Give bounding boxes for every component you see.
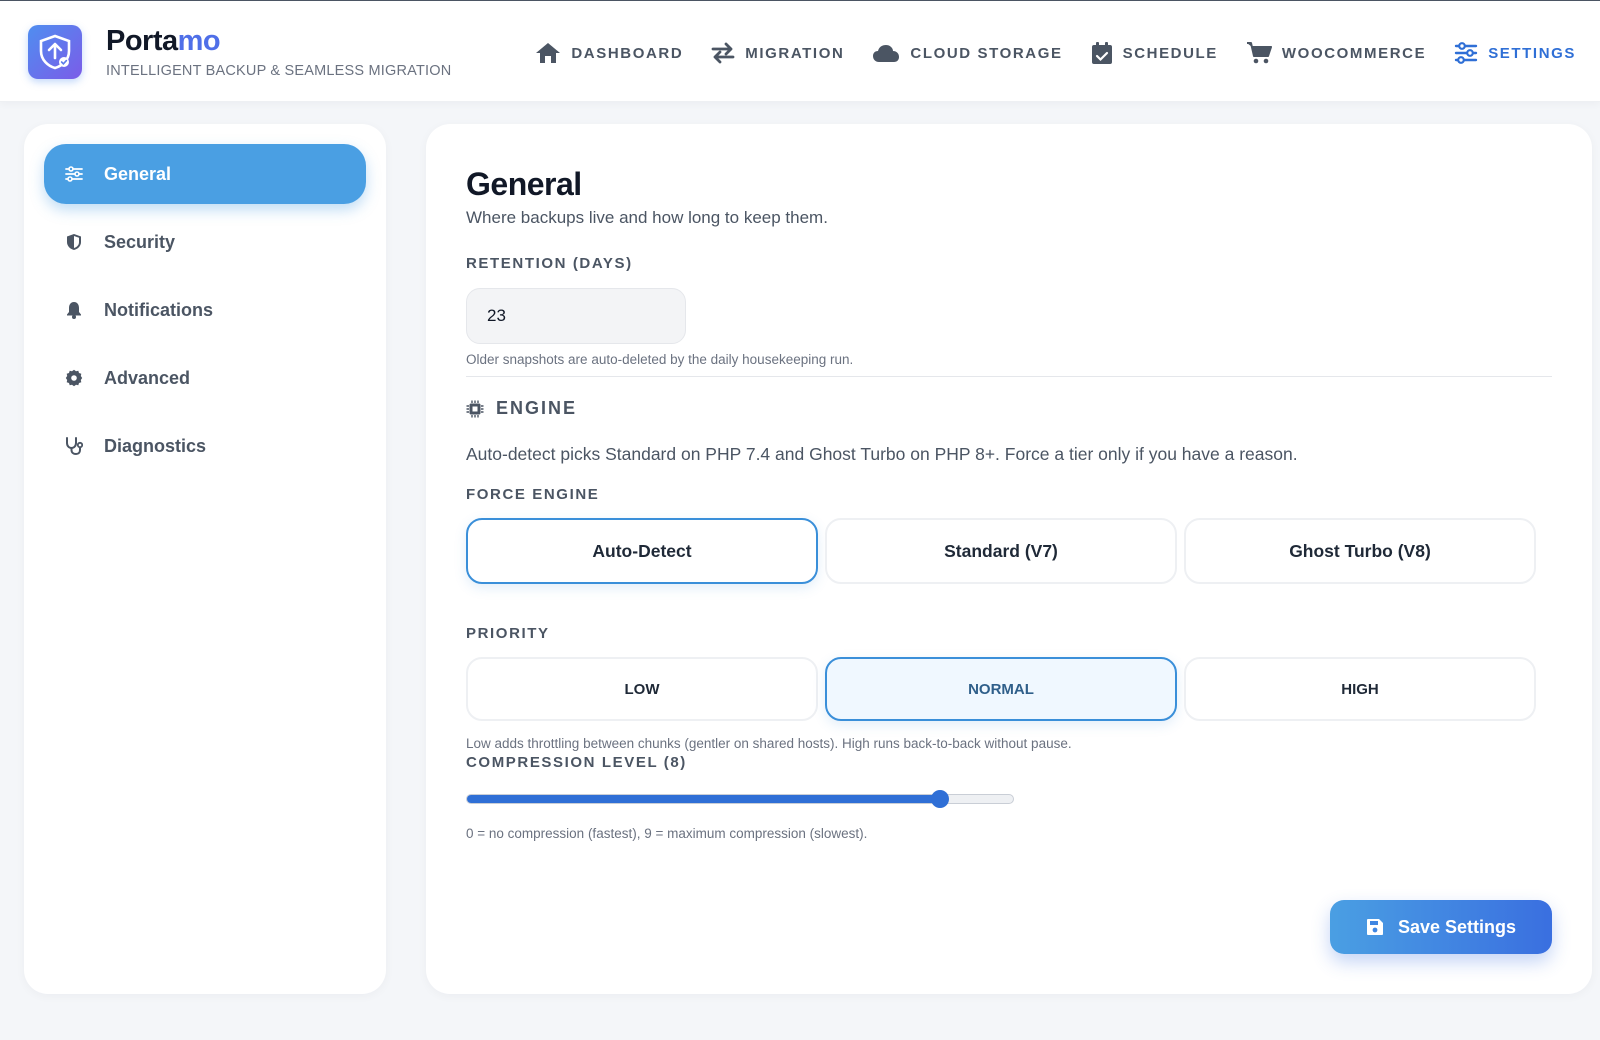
- sidebar-item-general[interactable]: General: [44, 144, 366, 204]
- section-divider: [466, 376, 1552, 377]
- nav-label: MIGRATION: [745, 44, 845, 62]
- engine-description: Auto-detect picks Standard on PHP 7.4 an…: [466, 444, 1298, 464]
- compression-label: COMPRESSION LEVEL (8): [466, 754, 687, 771]
- nav-dashboard[interactable]: DASHBOARD: [521, 39, 697, 67]
- retention-label: RETENTION (DAYS): [466, 255, 633, 272]
- brand-tagline: INTELLIGENT BACKUP & SEAMLESS MIGRATION: [106, 63, 452, 79]
- sliders-icon: [65, 166, 83, 182]
- brand-name-main: Porta: [106, 25, 178, 57]
- cart-icon: [1246, 42, 1272, 64]
- calendar-check-icon: [1091, 42, 1112, 64]
- save-settings-button[interactable]: Save Settings: [1330, 900, 1552, 954]
- force-engine-label: FORCE ENGINE: [466, 486, 600, 503]
- sidebar-item-label: Notifications: [104, 299, 214, 320]
- sidebar-item-label: Diagnostics: [104, 435, 207, 456]
- nav-schedule[interactable]: SCHEDULE: [1077, 39, 1232, 67]
- sidebar-item-label: Security: [104, 231, 176, 252]
- bell-icon: [67, 302, 81, 319]
- sidebar-item-security[interactable]: Security: [44, 212, 366, 272]
- nav-label: DASHBOARD: [571, 44, 684, 62]
- shield-upload-icon: [39, 34, 71, 70]
- floppy-disk-icon: [1366, 919, 1383, 935]
- cloud-icon: [873, 45, 900, 62]
- engine-heading-text: ENGINE: [496, 398, 578, 418]
- priority-label: PRIORITY: [466, 625, 550, 642]
- nav-migration[interactable]: MIGRATION: [697, 39, 858, 67]
- shield-icon: [67, 234, 81, 250]
- engine-option-auto-detect[interactable]: Auto-Detect: [466, 518, 818, 584]
- priority-option-normal[interactable]: NORMAL: [825, 657, 1177, 721]
- sidebar-item-label: Advanced: [104, 367, 191, 388]
- sliders-icon: [1454, 42, 1478, 64]
- gear-icon: [65, 369, 83, 387]
- engine-option-standard[interactable]: Standard (V7): [825, 518, 1177, 584]
- save-settings-label: Save Settings: [1397, 916, 1517, 937]
- compression-slider-handle[interactable]: [931, 790, 950, 808]
- settings-sidebar: General Security Notifications Advanced …: [24, 124, 386, 994]
- stethoscope-icon: [66, 437, 83, 455]
- brand-name-accent: mo: [177, 25, 221, 57]
- priority-option-low[interactable]: LOW: [466, 657, 818, 721]
- nav-label: WOOCOMMERCE: [1281, 44, 1427, 62]
- nav-woocommerce[interactable]: WOOCOMMERCE: [1232, 39, 1440, 67]
- nav-cloud-storage[interactable]: CLOUD STORAGE: [858, 39, 1076, 67]
- compression-hint: 0 = no compression (fastest), 9 = maximu…: [466, 826, 868, 841]
- retention-days-input[interactable]: [466, 288, 686, 344]
- brand-name: Portamo: [106, 25, 221, 58]
- sidebar-item-diagnostics[interactable]: Diagnostics: [44, 416, 366, 476]
- nav-label: CLOUD STORAGE: [910, 44, 1063, 62]
- nav-label: SCHEDULE: [1122, 44, 1218, 62]
- compression-slider[interactable]: [466, 790, 1014, 808]
- sidebar-item-advanced[interactable]: Advanced: [44, 348, 366, 408]
- main-nav: DASHBOARD MIGRATION CLOUD STORAGE SCHEDU…: [521, 39, 1590, 67]
- engine-heading: ENGINE: [466, 398, 577, 419]
- nav-label: SETTINGS: [1488, 44, 1576, 62]
- top-header: Portamo INTELLIGENT BACKUP & SEAMLESS MI…: [0, 0, 1600, 102]
- page-subtitle: Where backups live and how long to keep …: [466, 208, 828, 227]
- sidebar-item-notifications[interactable]: Notifications: [44, 280, 366, 340]
- settings-panel: General Where backups live and how long …: [426, 124, 1592, 994]
- sidebar-item-label: General: [104, 163, 172, 184]
- brand-logo[interactable]: [28, 25, 82, 79]
- priority-hint: Low adds throttling between chunks (gent…: [466, 736, 1072, 751]
- compression-slider-fill: [467, 795, 941, 803]
- nav-settings[interactable]: SETTINGS: [1440, 39, 1590, 67]
- chip-icon: [466, 400, 484, 417]
- engine-option-ghost-turbo[interactable]: Ghost Turbo (V8): [1184, 518, 1536, 584]
- swap-arrows-icon: [711, 42, 735, 64]
- retention-hint: Older snapshots are auto-deleted by the …: [466, 352, 854, 367]
- home-icon: [536, 43, 561, 63]
- page-title: General: [466, 166, 582, 202]
- priority-option-high[interactable]: HIGH: [1184, 657, 1536, 721]
